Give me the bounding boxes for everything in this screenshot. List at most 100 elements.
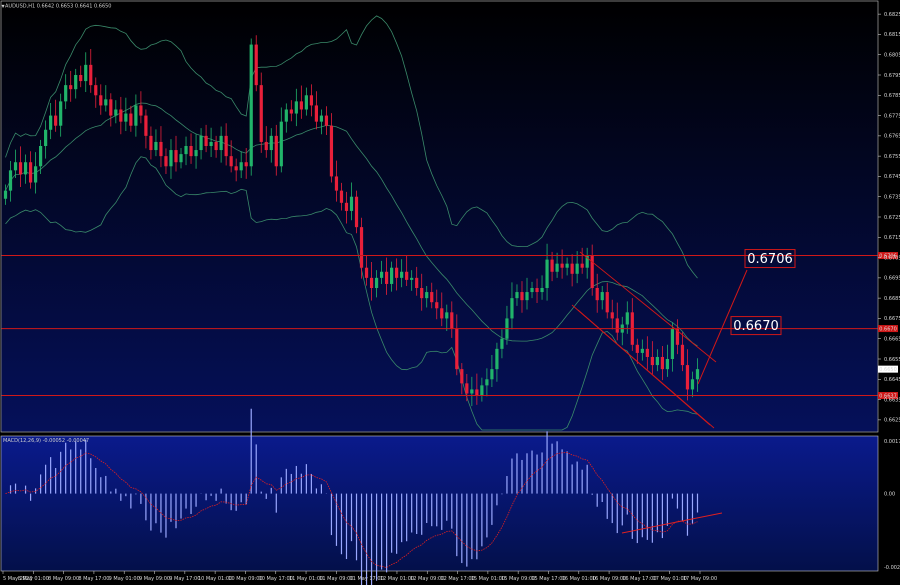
time-tick-label: 15 May 09:00 (501, 576, 535, 582)
time-tick-label: 8 May 17:00 (78, 576, 109, 582)
candle-body (470, 389, 474, 394)
candle-body (64, 85, 68, 102)
time-tick-label: 10 May 17:00 (259, 576, 293, 582)
candle-body (169, 150, 173, 167)
candle-body (650, 356, 654, 366)
candle-body (349, 196, 354, 211)
candle-body (425, 292, 429, 299)
time-tick-label: 15 May 01:00 (471, 576, 505, 582)
candle-body (680, 344, 685, 366)
candle-body (164, 156, 168, 167)
candle-body (284, 109, 288, 122)
candle-body (299, 101, 303, 110)
candle-body (665, 359, 670, 370)
candle-body (259, 85, 263, 142)
candle-body (89, 64, 93, 86)
candle-body (209, 141, 213, 146)
price-tick-label: 0.6755 (884, 154, 900, 160)
time-tick-label: 8 May 09:00 (48, 576, 79, 582)
candle-body (395, 267, 399, 278)
price-tick-label: 0.6645 (884, 377, 900, 383)
candle-body (415, 277, 419, 288)
candle-body (364, 267, 369, 278)
candle-body (384, 271, 389, 284)
chart-canvas[interactable]: 0.67060.67060.66700.66700.66370.6650 AUD… (0, 0, 900, 585)
candle-body (480, 385, 484, 396)
time-tick-label: 10 May 01:00 (198, 576, 232, 582)
price-tick-label: 0.6625 (884, 418, 900, 424)
candle-body (695, 369, 700, 380)
candle-body (99, 95, 103, 106)
candle-body (635, 344, 639, 353)
candle-body (515, 292, 519, 299)
candle-body (580, 263, 584, 268)
candle-body (615, 318, 619, 333)
price-tick-label: 0.6775 (884, 113, 900, 119)
level-axis-label: 0.6670 (879, 326, 897, 332)
price-tick-label: 0.6725 (884, 215, 900, 221)
candle-body (510, 298, 514, 319)
price-tick-label: 0.6635 (884, 397, 900, 403)
time-tick-label: 8 May 01:00 (18, 576, 49, 582)
time-tick-label: 16 May 09:00 (592, 576, 626, 582)
time-tick-label: 11 May 17:00 (350, 576, 384, 582)
candle-body (610, 312, 614, 319)
time-tick-label: 10 May 09:00 (228, 576, 262, 582)
candle-body (324, 115, 329, 126)
candle-body (304, 95, 308, 110)
candle-body (670, 328, 675, 359)
trading-chart-window: 0.6706 0.6706 0.6670 0.6670 0.6637 0.6650 AUD… (0, 0, 900, 585)
candle-body (640, 348, 644, 353)
candle-body (139, 105, 143, 116)
candle-body (390, 267, 394, 284)
price-tick-label: 0.6805 (884, 53, 900, 59)
candle-body (410, 277, 414, 280)
candle-body (79, 75, 83, 82)
candle-body (49, 115, 53, 130)
candle-body (294, 101, 298, 114)
level-callout-label: 0.6706 (747, 252, 793, 267)
candle-body (109, 99, 113, 116)
price-chart-title: AUDUSD,H1 0.6642 0.6653 0.6641 0.6650 (5, 4, 111, 10)
time-tick-label: 11 May 09:00 (319, 576, 353, 582)
time-tick-label: 16 May 17:00 (622, 576, 656, 582)
price-tick-label: 0.6765 (884, 134, 900, 140)
candle-body (194, 150, 198, 157)
candle-body (565, 263, 569, 268)
candle-body (134, 105, 138, 126)
candle-body (379, 271, 384, 278)
price-tick-label: 0.6715 (884, 235, 900, 241)
candle-body (274, 135, 278, 167)
candle-body (660, 356, 664, 370)
macd-panel[interactable] (0, 435, 879, 572)
candle-body (264, 141, 268, 151)
macd-tick-label: -0.00249 (884, 565, 900, 571)
candle-body (555, 263, 559, 272)
candle-body (28, 162, 33, 183)
price-tick-label: 0.6815 (884, 32, 900, 38)
candle-body (605, 292, 609, 313)
candle-body (475, 389, 479, 396)
candle-body (655, 356, 659, 366)
candle-body (239, 162, 243, 171)
candle-body (174, 150, 178, 163)
candle-body (44, 129, 48, 146)
candle-body (440, 308, 444, 319)
price-tick-label: 0.6665 (884, 337, 900, 343)
candle-body (540, 288, 544, 293)
candle-body (560, 263, 564, 268)
candle-body (685, 365, 690, 390)
candle-body (234, 166, 238, 171)
candle-body (13, 162, 18, 171)
candle-body (450, 312, 454, 329)
candle-body (33, 166, 38, 183)
candle-body (204, 135, 208, 146)
candle-body (249, 44, 253, 167)
price-panel-fill (1, 1, 878, 432)
candle-body (114, 109, 118, 116)
candle-body (319, 115, 324, 122)
candle-body (550, 259, 554, 272)
candle-body (645, 348, 649, 357)
macd-tick-label: 0.00 (884, 491, 895, 497)
time-tick-label: 9 May 01:00 (109, 576, 140, 582)
